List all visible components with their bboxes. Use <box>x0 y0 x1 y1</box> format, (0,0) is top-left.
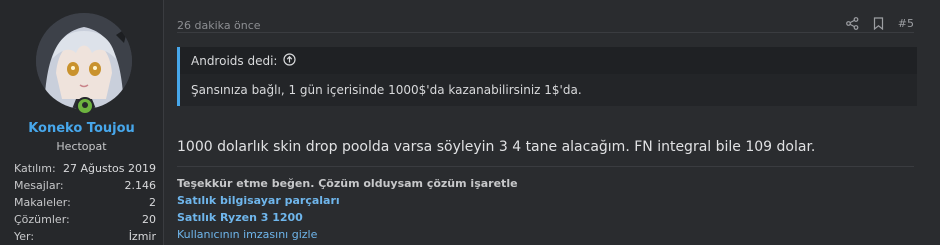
stat-value: 20 <box>142 213 156 226</box>
post-timestamp[interactable]: 26 dakika önce <box>177 19 261 32</box>
forum-post: Koneko Toujou Hectopat Katılım: 27 Ağust… <box>0 0 940 245</box>
share-icon[interactable] <box>845 16 859 30</box>
signature-link-ryzen[interactable]: Satılık Ryzen 3 1200 <box>177 209 914 226</box>
stat-value: 27 Ağustos 2019 <box>63 162 156 175</box>
signature: Teşekkür etme beğen. Çözüm olduysam çözü… <box>177 175 914 243</box>
post-header: 26 dakika önce #5 <box>177 14 914 33</box>
go-to-quote-icon[interactable] <box>283 52 297 69</box>
online-status-icon <box>76 97 94 115</box>
user-stats: Katılım: 27 Ağustos 2019 Mesajlar: 2.146… <box>14 160 156 245</box>
stat-label: Katılım: <box>14 162 56 175</box>
user-panel: Koneko Toujou Hectopat Katılım: 27 Ağust… <box>0 0 164 245</box>
post-message: 1000 dolarlık skin drop poolda varsa söy… <box>177 139 816 155</box>
post-number[interactable]: #5 <box>898 17 914 30</box>
stat-label: Yer: <box>14 230 35 243</box>
avatar-container[interactable] <box>36 13 132 115</box>
stat-value: 2 <box>149 196 156 209</box>
username[interactable]: Koneko Toujou <box>0 121 163 136</box>
stat-label: Mesajlar: <box>14 179 64 192</box>
post-actions: #5 <box>845 14 914 32</box>
stat-label: Çözümler: <box>14 213 70 226</box>
stat-row-location: Yer: İzmir <box>14 228 156 245</box>
quote-header[interactable]: Androids dedi: <box>180 47 917 74</box>
stat-value: 2.146 <box>124 179 157 192</box>
quote-block: Androids dedi: Şansınıza bağlı, 1 gün iç… <box>177 47 917 106</box>
user-title: Hectopat <box>56 140 107 153</box>
stat-row-messages: Mesajlar: 2.146 <box>14 177 156 194</box>
stat-label: Makaleler: <box>14 196 71 209</box>
stat-row-joined: Katılım: 27 Ağustos 2019 <box>14 160 156 177</box>
post-main: 26 dakika önce #5 Androids dedi: Şansını… <box>177 0 917 245</box>
signature-link-parts[interactable]: Satılık bilgisayar parçaları <box>177 192 914 209</box>
signature-text: Teşekkür etme beğen. Çözüm olduysam çözü… <box>177 177 518 190</box>
stat-value: İzmir <box>128 230 156 243</box>
signature-divider <box>177 166 914 167</box>
avatar[interactable] <box>36 13 132 109</box>
quote-text: Şansınıza bağlı, 1 gün içerisinde 1000$'… <box>191 83 582 97</box>
bookmark-icon[interactable] <box>873 16 884 30</box>
stat-row-solutions: Çözümler: 20 <box>14 211 156 228</box>
stat-row-articles: Makaleler: 2 <box>14 194 156 211</box>
quote-author: Androids dedi: <box>191 53 278 68</box>
hide-signature-link[interactable]: Kullanıcının imzasını gizle <box>177 226 914 243</box>
